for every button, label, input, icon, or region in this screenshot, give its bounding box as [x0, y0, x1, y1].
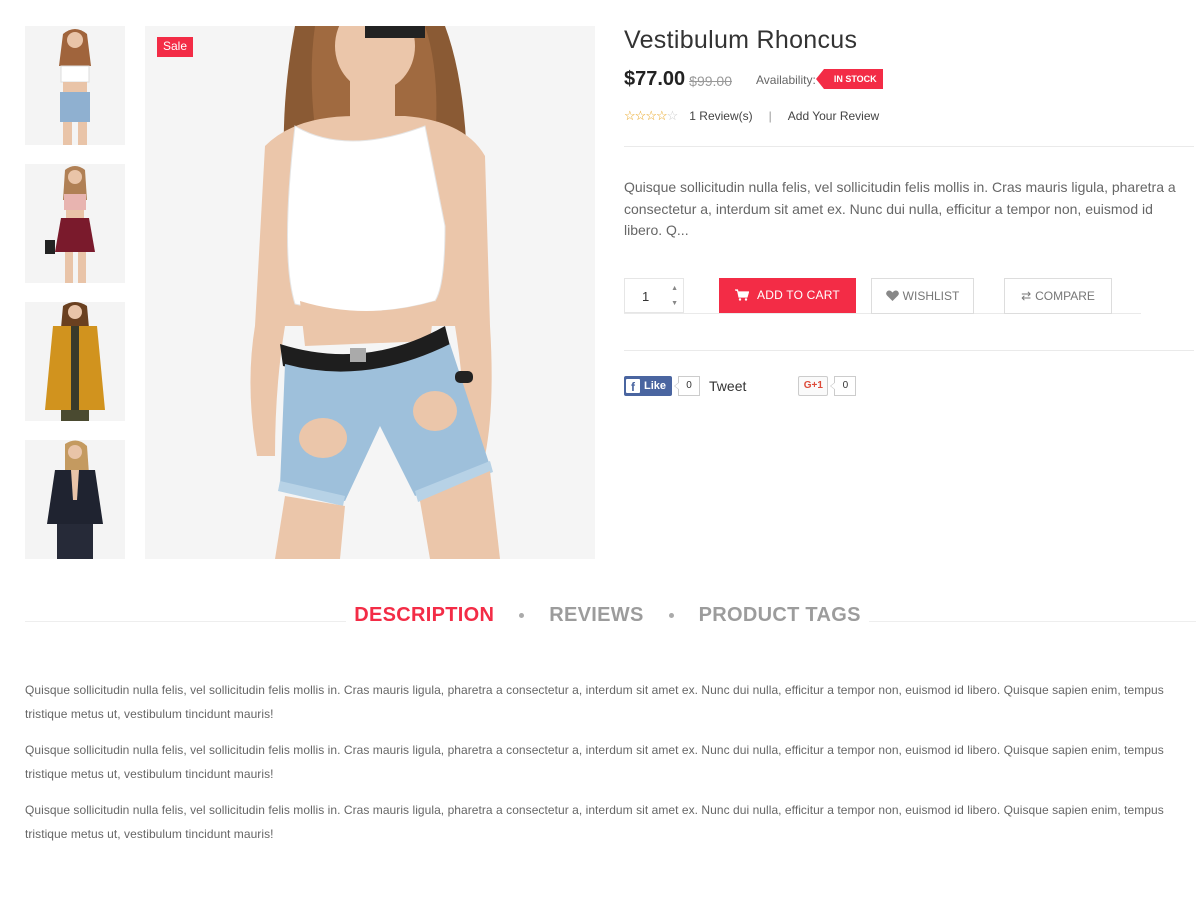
thumbnail-1[interactable]: [25, 26, 125, 145]
compare-button[interactable]: ⇄ COMPARE: [1004, 277, 1112, 314]
star-filled-icon: ☆: [645, 108, 657, 123]
quantity-value[interactable]: 1: [642, 289, 649, 304]
star-empty-icon: ☆: [666, 108, 679, 123]
compare-arrows-icon: ⇄: [1021, 288, 1032, 303]
price-row: $77.00 $99.00 Availability: IN STOCK: [624, 66, 1196, 92]
star-filled-icon: ☆: [624, 108, 636, 123]
star-filled-icon: ☆: [655, 108, 668, 123]
divider: [624, 349, 1194, 351]
description-panel: Quisque sollicitudin nulla felis, vel so…: [25, 678, 1190, 858]
description-paragraph: Quisque sollicitudin nulla felis, vel so…: [25, 683, 1164, 721]
cart-icon: [735, 289, 750, 301]
quantity-increase-icon[interactable]: ▲: [671, 285, 678, 292]
sale-badge: Sale: [157, 37, 194, 57]
review-separator: |: [768, 109, 772, 123]
model-black-blazer-image: [25, 440, 125, 559]
google-plus-button[interactable]: G+1: [798, 375, 829, 396]
review-row: ☆☆☆☆☆ 1 Review(s) | Add Your Review: [624, 108, 1196, 124]
facebook-icon: f: [626, 378, 640, 393]
tab-separator-dot: [668, 613, 674, 618]
description-paragraph: Quisque sollicitudin nulla felis, vel so…: [25, 803, 1164, 841]
main-product-image[interactable]: Sale: [145, 26, 595, 559]
divider: [624, 146, 1194, 147]
short-description: Quisque sollicitudin nulla felis, vel so…: [624, 179, 1176, 238]
quantity-decrease-icon[interactable]: ▼: [671, 300, 678, 307]
tweet-button[interactable]: Tweet: [709, 378, 746, 394]
thumbnail-list: [25, 26, 125, 578]
wishlist-button[interactable]: WISHLIST: [871, 277, 974, 314]
add-to-cart-label: ADD TO CART: [757, 288, 840, 302]
model-mustard-coat-image: [25, 302, 125, 421]
description-paragraph: Quisque sollicitudin nulla felis, vel so…: [25, 743, 1164, 781]
quantity-stepper[interactable]: 1 ▲ ▼: [624, 277, 684, 313]
add-to-cart-button[interactable]: ADD TO CART: [719, 277, 856, 313]
rating-stars: ☆☆☆☆☆: [624, 108, 679, 124]
stock-status-badge: IN STOCK: [815, 69, 883, 89]
cart-actions: 1 ▲ ▼ ADD TO CART WISHLIST ⇄ COMPARE: [624, 277, 1196, 314]
social-share-row: f Like 0 Tweet G+1 0: [624, 375, 1196, 396]
review-count-link[interactable]: 1 Review(s): [689, 109, 752, 123]
thumbnail-4[interactable]: [25, 440, 125, 559]
heart-icon: [885, 290, 899, 301]
product-info: Vestibulum Rhoncus $77.00 $99.00 Availab…: [624, 24, 1196, 396]
thumbnail-3[interactable]: [25, 302, 125, 421]
wishlist-label: WISHLIST: [902, 288, 960, 303]
tabs-list: DESCRIPTION REVIEWS PRODUCT TAGS: [346, 604, 869, 627]
compare-label: COMPARE: [1035, 288, 1095, 303]
facebook-like-count: 0: [674, 375, 701, 396]
model-crop-top-shorts-image: [25, 26, 125, 145]
old-price: $99.00: [689, 72, 732, 89]
star-filled-icon: ☆: [634, 108, 647, 123]
availability-label: Availability:: [756, 73, 816, 87]
facebook-like-button[interactable]: f Like: [624, 375, 673, 396]
add-review-link[interactable]: Add Your Review: [788, 109, 879, 123]
tab-description[interactable]: DESCRIPTION: [354, 604, 494, 627]
tab-product-tags[interactable]: PRODUCT TAGS: [699, 604, 861, 627]
tab-separator-dot: [519, 613, 525, 618]
product-title: Vestibulum Rhoncus: [624, 26, 858, 54]
tab-reviews[interactable]: REVIEWS: [549, 604, 643, 627]
facebook-like-label: Like: [644, 379, 667, 392]
google-plus-count: 0: [830, 375, 857, 396]
model-photo: [145, 26, 595, 559]
product-tabs: DESCRIPTION REVIEWS PRODUCT TAGS: [0, 604, 1201, 627]
thumbnail-2[interactable]: [25, 164, 125, 283]
current-price: $77.00: [624, 67, 686, 90]
model-pink-top-burgundy-skirt-image: [25, 164, 125, 283]
